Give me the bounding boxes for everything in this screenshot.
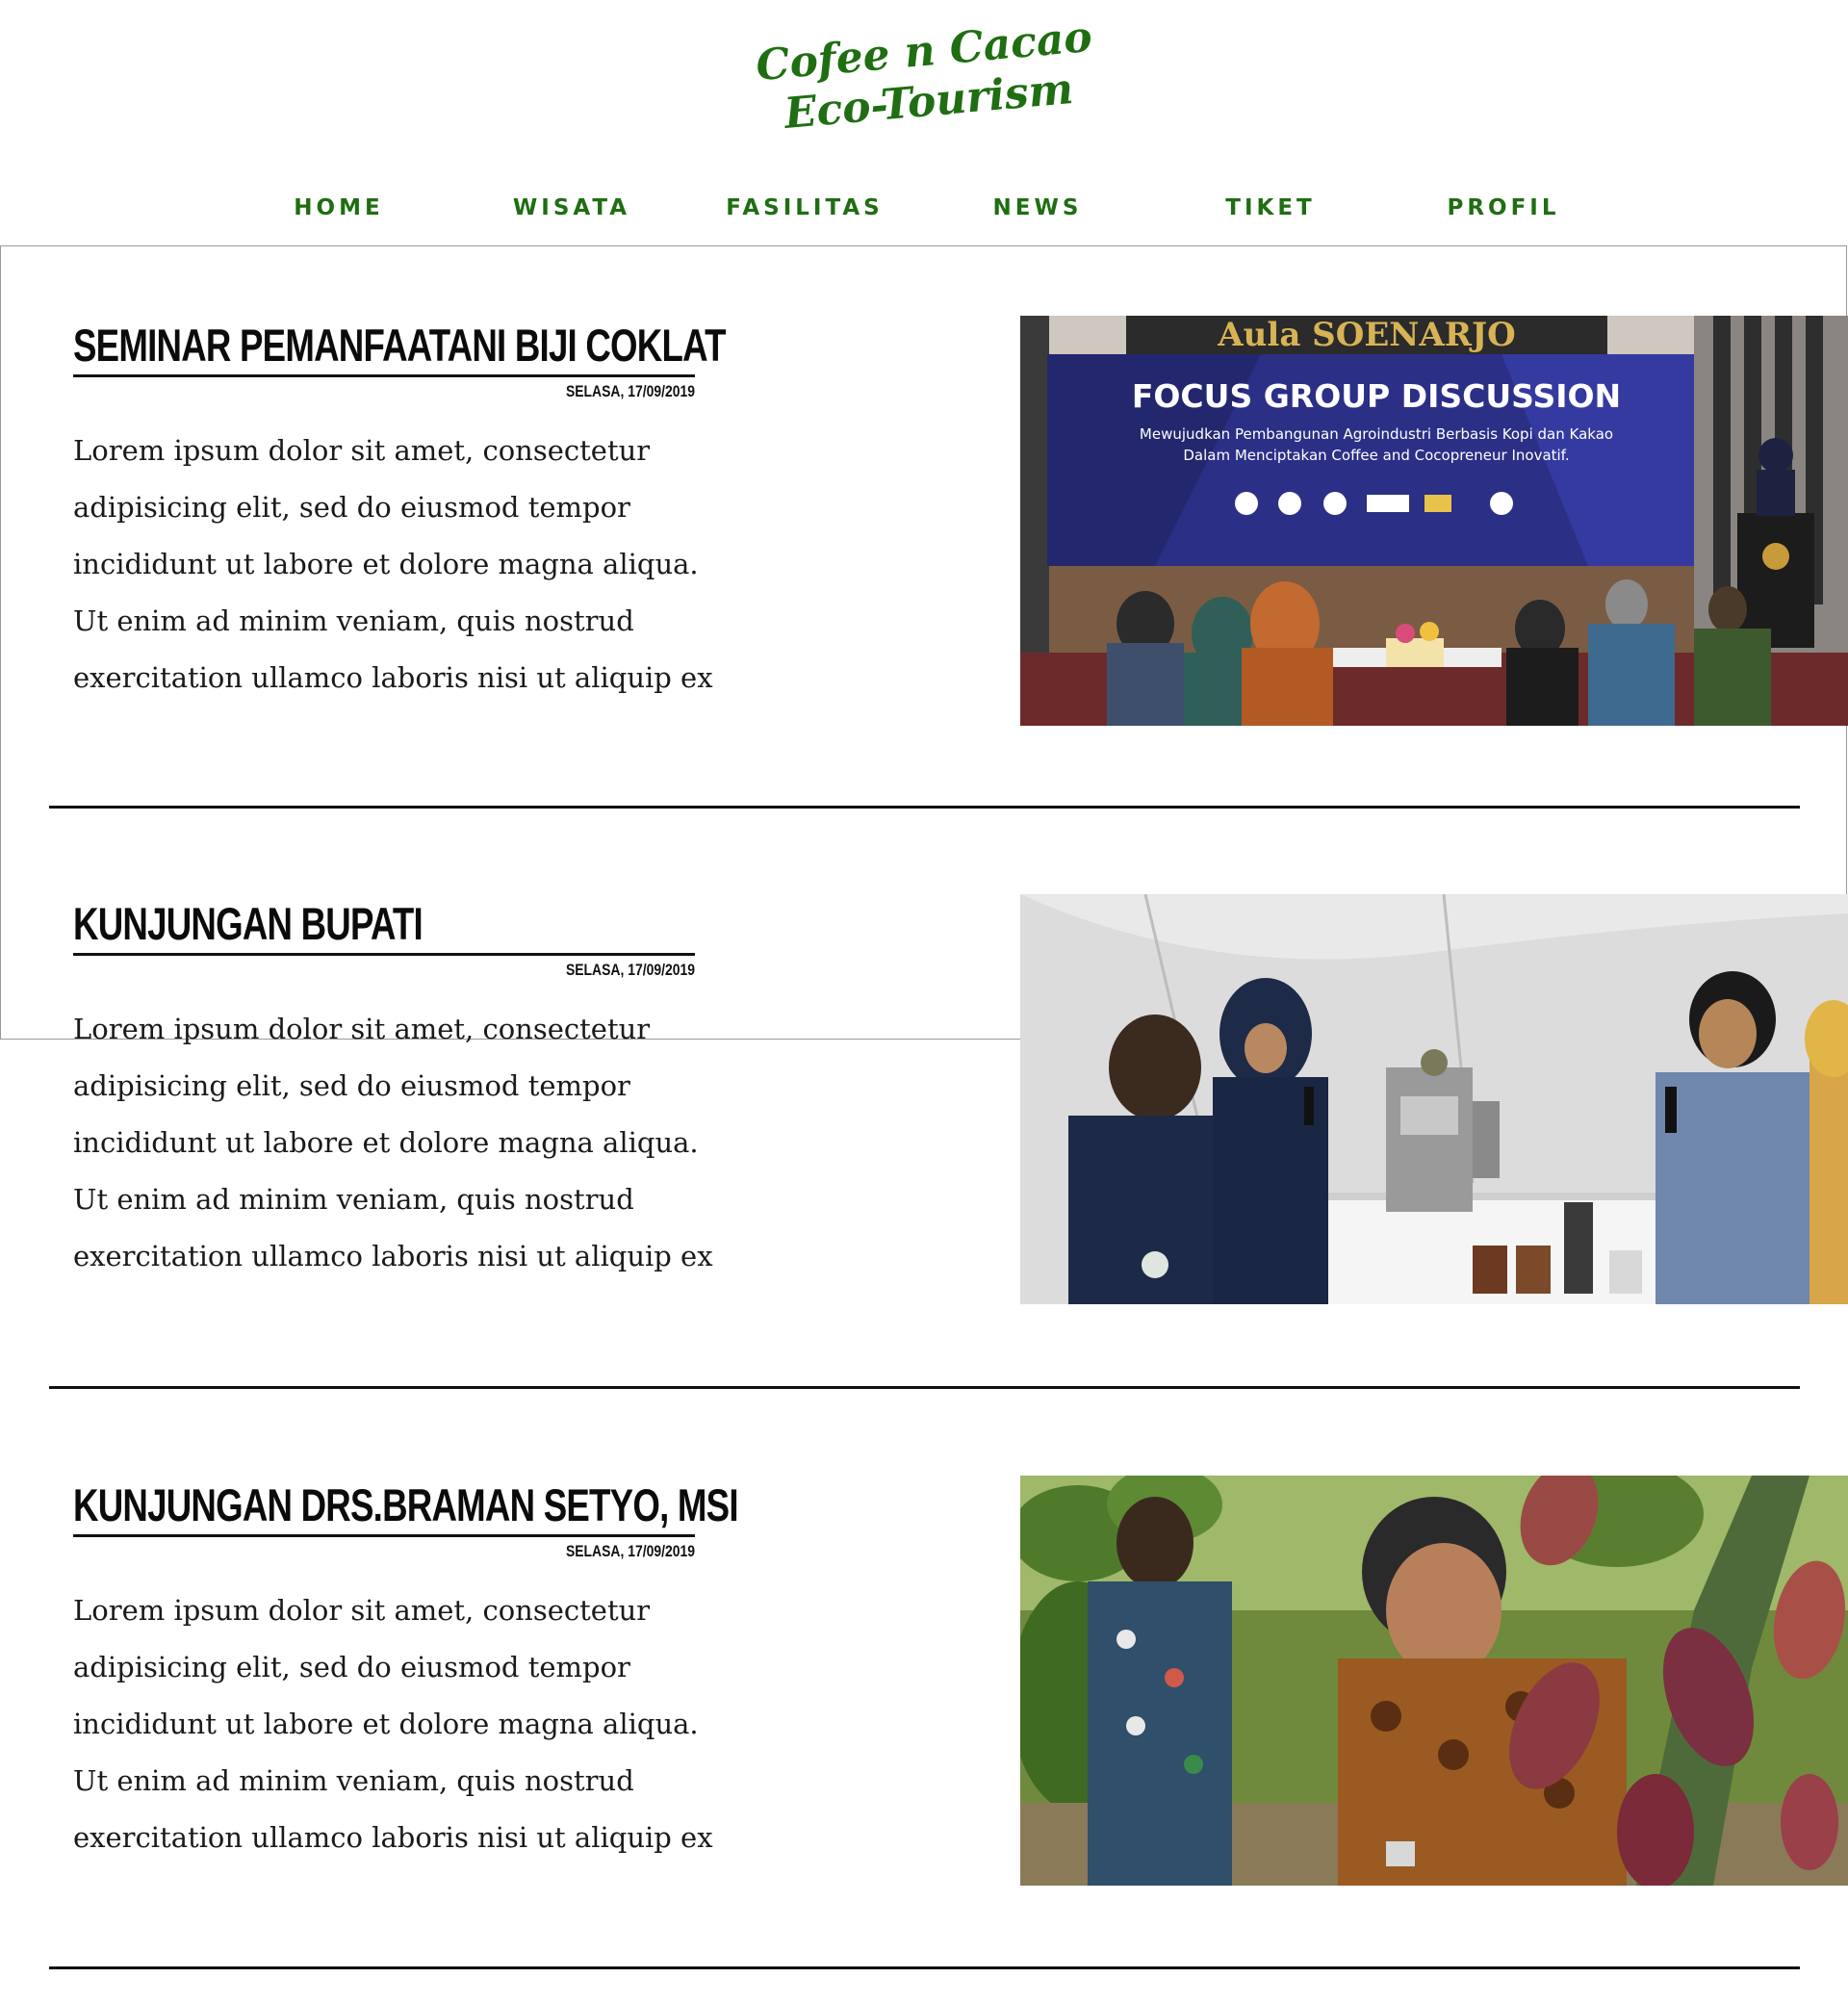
article-title[interactable]: SEMINAR PEMANFAATANI BIJI COKLAT	[73, 321, 726, 371]
article-divider	[49, 1386, 1800, 1389]
article-body-line: exercitation ullamco laboris nisi ut ali…	[73, 1821, 713, 1854]
article-date: SELASA, 17/09/2019	[565, 382, 695, 400]
nav-item-fasilitas[interactable]: FASILITAS	[708, 195, 901, 220]
article-body-line: exercitation ullamco laboris nisi ut ali…	[73, 661, 713, 694]
article-divider	[49, 1966, 1800, 1969]
article-body-line: Lorem ipsum dolor sit amet, consectetur	[73, 1594, 651, 1627]
banner-subtitle-1: Mewujudkan Pembangunan Agroindustri Berb…	[1140, 425, 1613, 443]
article-divider	[49, 806, 1800, 809]
article-body-line: adipisicing elit, sed do eiusmod tempor	[73, 491, 630, 524]
article-photo-cacao[interactable]	[1020, 1476, 1848, 1886]
article-body: Lorem ipsum dolor sit amet, consectetur …	[73, 1001, 747, 1285]
cacao-photo-illustration	[1020, 1476, 1848, 1886]
article-body-line: Ut enim ad minim veniam, quis nostrud	[73, 604, 634, 637]
main-nav: HOME WISATA FASILITAS NEWS TIKET PROFIL	[0, 195, 1848, 234]
article-body-line: Lorem ipsum dolor sit amet, consectetur	[73, 1013, 651, 1045]
seminar-photo-illustration: Aula SOENARJO FOCUS GROUP DISCUSSION Mew…	[1020, 316, 1848, 726]
news-article: KUNJUNGAN BUPATI SELASA, 17/09/2019 Lore…	[0, 824, 1848, 1403]
nav-item-home[interactable]: HOME	[243, 195, 435, 220]
title-underline	[73, 374, 695, 377]
banner-subtitle-2: Dalam Menciptakan Coffee and Cocopreneur…	[1183, 447, 1569, 464]
article-body: Lorem ipsum dolor sit amet, consectetur …	[73, 423, 747, 707]
nav-item-news[interactable]: NEWS	[941, 195, 1134, 220]
news-article: SEMINAR PEMANFAATANI BIJI COKLAT SELASA,…	[0, 245, 1848, 825]
bupati-photo-illustration	[1020, 894, 1848, 1304]
article-title[interactable]: KUNJUNGAN BUPATI	[73, 899, 558, 949]
news-article: KUNJUNGAN DRS.BRAMAN SETYO, MSI SELASA, …	[0, 1405, 1848, 1985]
article-body: Lorem ipsum dolor sit amet, consectetur …	[73, 1582, 747, 1866]
article-body-line: Ut enim ad minim veniam, quis nostrud	[73, 1183, 634, 1216]
article-body-line: incididunt ut labore et dolore magna ali…	[73, 1708, 699, 1740]
article-body-line: Ut enim ad minim veniam, quis nostrud	[73, 1764, 634, 1797]
title-underline	[73, 1534, 695, 1537]
article-body-line: Lorem ipsum dolor sit amet, consectetur	[73, 434, 651, 467]
nav-item-tiket[interactable]: TIKET	[1174, 195, 1367, 220]
nav-item-wisata[interactable]: WISATA	[475, 195, 668, 220]
article-title[interactable]: KUNJUNGAN DRS.BRAMAN SETYO, MSI	[73, 1480, 739, 1530]
article-body-line: incididunt ut labore et dolore magna ali…	[73, 548, 699, 580]
hall-sign-text: Aula SOENARJO	[1217, 316, 1515, 354]
article-date: SELASA, 17/09/2019	[565, 1542, 695, 1560]
article-photo-seminar[interactable]: Aula SOENARJO FOCUS GROUP DISCUSSION Mew…	[1020, 316, 1848, 726]
title-underline	[73, 953, 695, 956]
site-logo[interactable]: Cofee n Cacao Eco-Tourism	[0, 13, 1848, 139]
article-body-line: incididunt ut labore et dolore magna ali…	[73, 1126, 699, 1159]
article-body-line: exercitation ullamco laboris nisi ut ali…	[73, 1240, 713, 1272]
banner-title-text: FOCUS GROUP DISCUSSION	[1132, 377, 1621, 415]
article-body-line: adipisicing elit, sed do eiusmod tempor	[73, 1069, 630, 1102]
article-date: SELASA, 17/09/2019	[565, 961, 695, 979]
article-body-line: adipisicing elit, sed do eiusmod tempor	[73, 1651, 630, 1683]
nav-item-profil[interactable]: PROFIL	[1407, 195, 1600, 220]
article-photo-bupati[interactable]	[1020, 894, 1848, 1304]
